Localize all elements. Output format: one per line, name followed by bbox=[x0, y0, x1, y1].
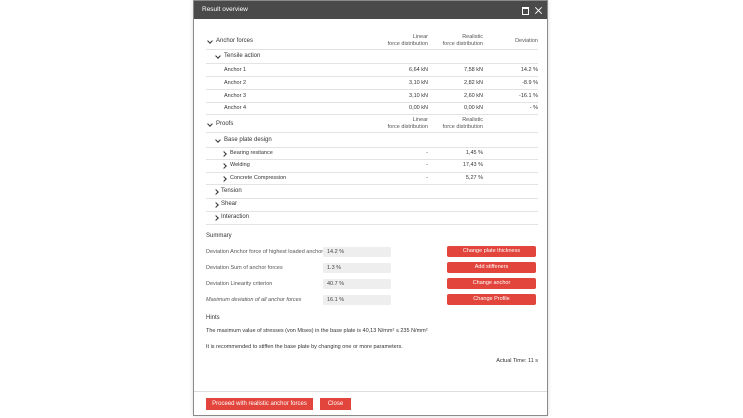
anchor-linear: 0,00 kN bbox=[409, 105, 428, 111]
divider bbox=[206, 49, 538, 50]
actual-time: Actual Time: 11 s bbox=[496, 358, 538, 364]
summary-value-field: 40.7 % bbox=[323, 279, 391, 289]
col-realistic-line1: Realistic bbox=[462, 117, 483, 123]
change-profile-button[interactable]: Change Profile bbox=[447, 294, 536, 305]
proceed-realistic-button[interactable]: Proceed with realistic anchor forces bbox=[206, 398, 313, 410]
anchor-linear: 3,10 kN bbox=[409, 93, 428, 99]
chevron-right-icon[interactable] bbox=[221, 163, 227, 169]
col-linear-header: Linear force distribution bbox=[370, 34, 428, 48]
proof-name: Welding bbox=[230, 162, 250, 168]
divider bbox=[206, 132, 538, 133]
anchor-realistic: 7,58 kN bbox=[464, 67, 483, 73]
anchor-name: Anchor 2 bbox=[224, 80, 247, 86]
divider bbox=[206, 159, 538, 160]
proof-linear: - bbox=[426, 175, 428, 181]
col-deviation-header: Deviation bbox=[515, 38, 538, 44]
tensile-action-label[interactable]: Tensile action bbox=[224, 53, 260, 59]
divider bbox=[206, 114, 538, 115]
summary-value-field: 1.3 % bbox=[323, 263, 391, 273]
divider bbox=[206, 89, 538, 90]
divider bbox=[206, 76, 538, 77]
add-stiffeners-button[interactable]: Add stiffeners bbox=[447, 262, 536, 273]
summary-row-label: Deviation Sum of anchor forces bbox=[206, 265, 283, 271]
summary-value-field: 16.1 % bbox=[323, 295, 391, 305]
tension-group[interactable]: Tension bbox=[221, 188, 242, 194]
anchor-deviation: 14.2 % bbox=[520, 67, 538, 73]
chevron-right-icon[interactable] bbox=[221, 151, 227, 157]
col-linear-line2: force distribution bbox=[387, 41, 428, 47]
proofs-label[interactable]: Proofs bbox=[216, 121, 233, 127]
divider bbox=[206, 184, 538, 185]
anchor-linear: 6,64 kN bbox=[409, 67, 428, 73]
anchor-deviation: -16.1 % bbox=[519, 93, 538, 99]
hint-stress-text: The maximum value of stresses (von Mises… bbox=[206, 328, 428, 334]
anchor-name: Anchor 4 bbox=[224, 105, 247, 111]
hints-label: Hints bbox=[206, 315, 220, 321]
col-realistic-line2: force distribution bbox=[442, 41, 483, 47]
proof-name: Bearing resitance bbox=[230, 150, 273, 156]
summary-row-label: Deviation Linearity criterion bbox=[206, 281, 273, 287]
chevron-down-icon[interactable] bbox=[207, 121, 213, 127]
proof-realistic: 1,45 % bbox=[465, 150, 483, 156]
chevron-right-icon[interactable] bbox=[221, 176, 227, 182]
maximize-icon[interactable] bbox=[521, 6, 530, 15]
chevron-right-icon[interactable] bbox=[213, 215, 219, 221]
col-realistic-line2: force distribution bbox=[442, 124, 483, 130]
col-linear-line1: Linear bbox=[412, 34, 428, 40]
divider bbox=[206, 211, 538, 212]
result-overview-dialog: Result overview Anchor forces Linear for… bbox=[193, 0, 548, 416]
col-realistic-header: Realistic force distribution bbox=[430, 34, 483, 48]
proof-name: Concrete Compression bbox=[230, 175, 287, 181]
col-linear-line1: Linear bbox=[412, 117, 428, 123]
anchor-linear: 3,10 kN bbox=[409, 80, 428, 86]
divider bbox=[206, 63, 538, 64]
col-linear-line2: force distribution bbox=[387, 124, 428, 130]
anchor-realistic: 2,60 kN bbox=[464, 93, 483, 99]
col-realistic-line1: Realistic bbox=[462, 34, 483, 40]
proof-realistic: 5,27 % bbox=[465, 175, 483, 181]
chevron-down-icon[interactable] bbox=[215, 137, 221, 143]
proof-linear: - bbox=[426, 162, 428, 168]
anchor-forces-label[interactable]: Anchor forces bbox=[216, 38, 253, 44]
anchor-name: Anchor 3 bbox=[224, 93, 247, 99]
hint-recommend-text: It is recommended to stiffen the base pl… bbox=[206, 344, 403, 350]
shear-group[interactable]: Shear bbox=[221, 201, 237, 207]
divider bbox=[206, 102, 538, 103]
dialog-titlebar: Result overview bbox=[194, 1, 547, 19]
chevron-down-icon[interactable] bbox=[215, 53, 221, 59]
divider bbox=[206, 172, 538, 173]
anchor-realistic: 2,82 kN bbox=[464, 80, 483, 86]
divider bbox=[206, 224, 538, 225]
anchor-deviation: -8.9 % bbox=[522, 80, 538, 86]
chevron-right-icon[interactable] bbox=[213, 202, 219, 208]
divider bbox=[206, 147, 538, 148]
change-anchor-button[interactable]: Change anchor bbox=[447, 278, 536, 289]
base-plate-design-label[interactable]: Base plate design bbox=[224, 137, 272, 143]
chevron-down-icon[interactable] bbox=[207, 38, 213, 44]
summary-value-field: 14.2 % bbox=[323, 247, 391, 257]
summary-row-label: Deviation Anchor force of highest loaded… bbox=[206, 249, 324, 255]
col-realistic-header: Realistic force distribution bbox=[430, 117, 483, 131]
close-icon[interactable] bbox=[534, 6, 543, 15]
proof-realistic: 17,43 % bbox=[462, 162, 483, 168]
summary-row-label: Maximum deviation of all anchor forces bbox=[206, 297, 302, 303]
footer-divider bbox=[194, 391, 547, 392]
anchor-deviation: - % bbox=[529, 105, 538, 111]
proof-linear: - bbox=[426, 150, 428, 156]
anchor-realistic: 0,00 kN bbox=[464, 105, 483, 111]
dialog-content: Anchor forces Linear force distribution … bbox=[194, 19, 547, 389]
change-plate-thickness-button[interactable]: Change plate thickness bbox=[447, 246, 536, 257]
interaction-group[interactable]: Interaction bbox=[221, 214, 249, 220]
summary-label: Summary bbox=[206, 233, 232, 239]
col-linear-header: Linear force distribution bbox=[370, 117, 428, 131]
dialog-title: Result overview bbox=[202, 6, 248, 13]
chevron-right-icon[interactable] bbox=[213, 189, 219, 195]
close-button[interactable]: Close bbox=[320, 398, 351, 410]
anchor-name: Anchor 1 bbox=[224, 67, 247, 73]
divider bbox=[206, 198, 538, 199]
